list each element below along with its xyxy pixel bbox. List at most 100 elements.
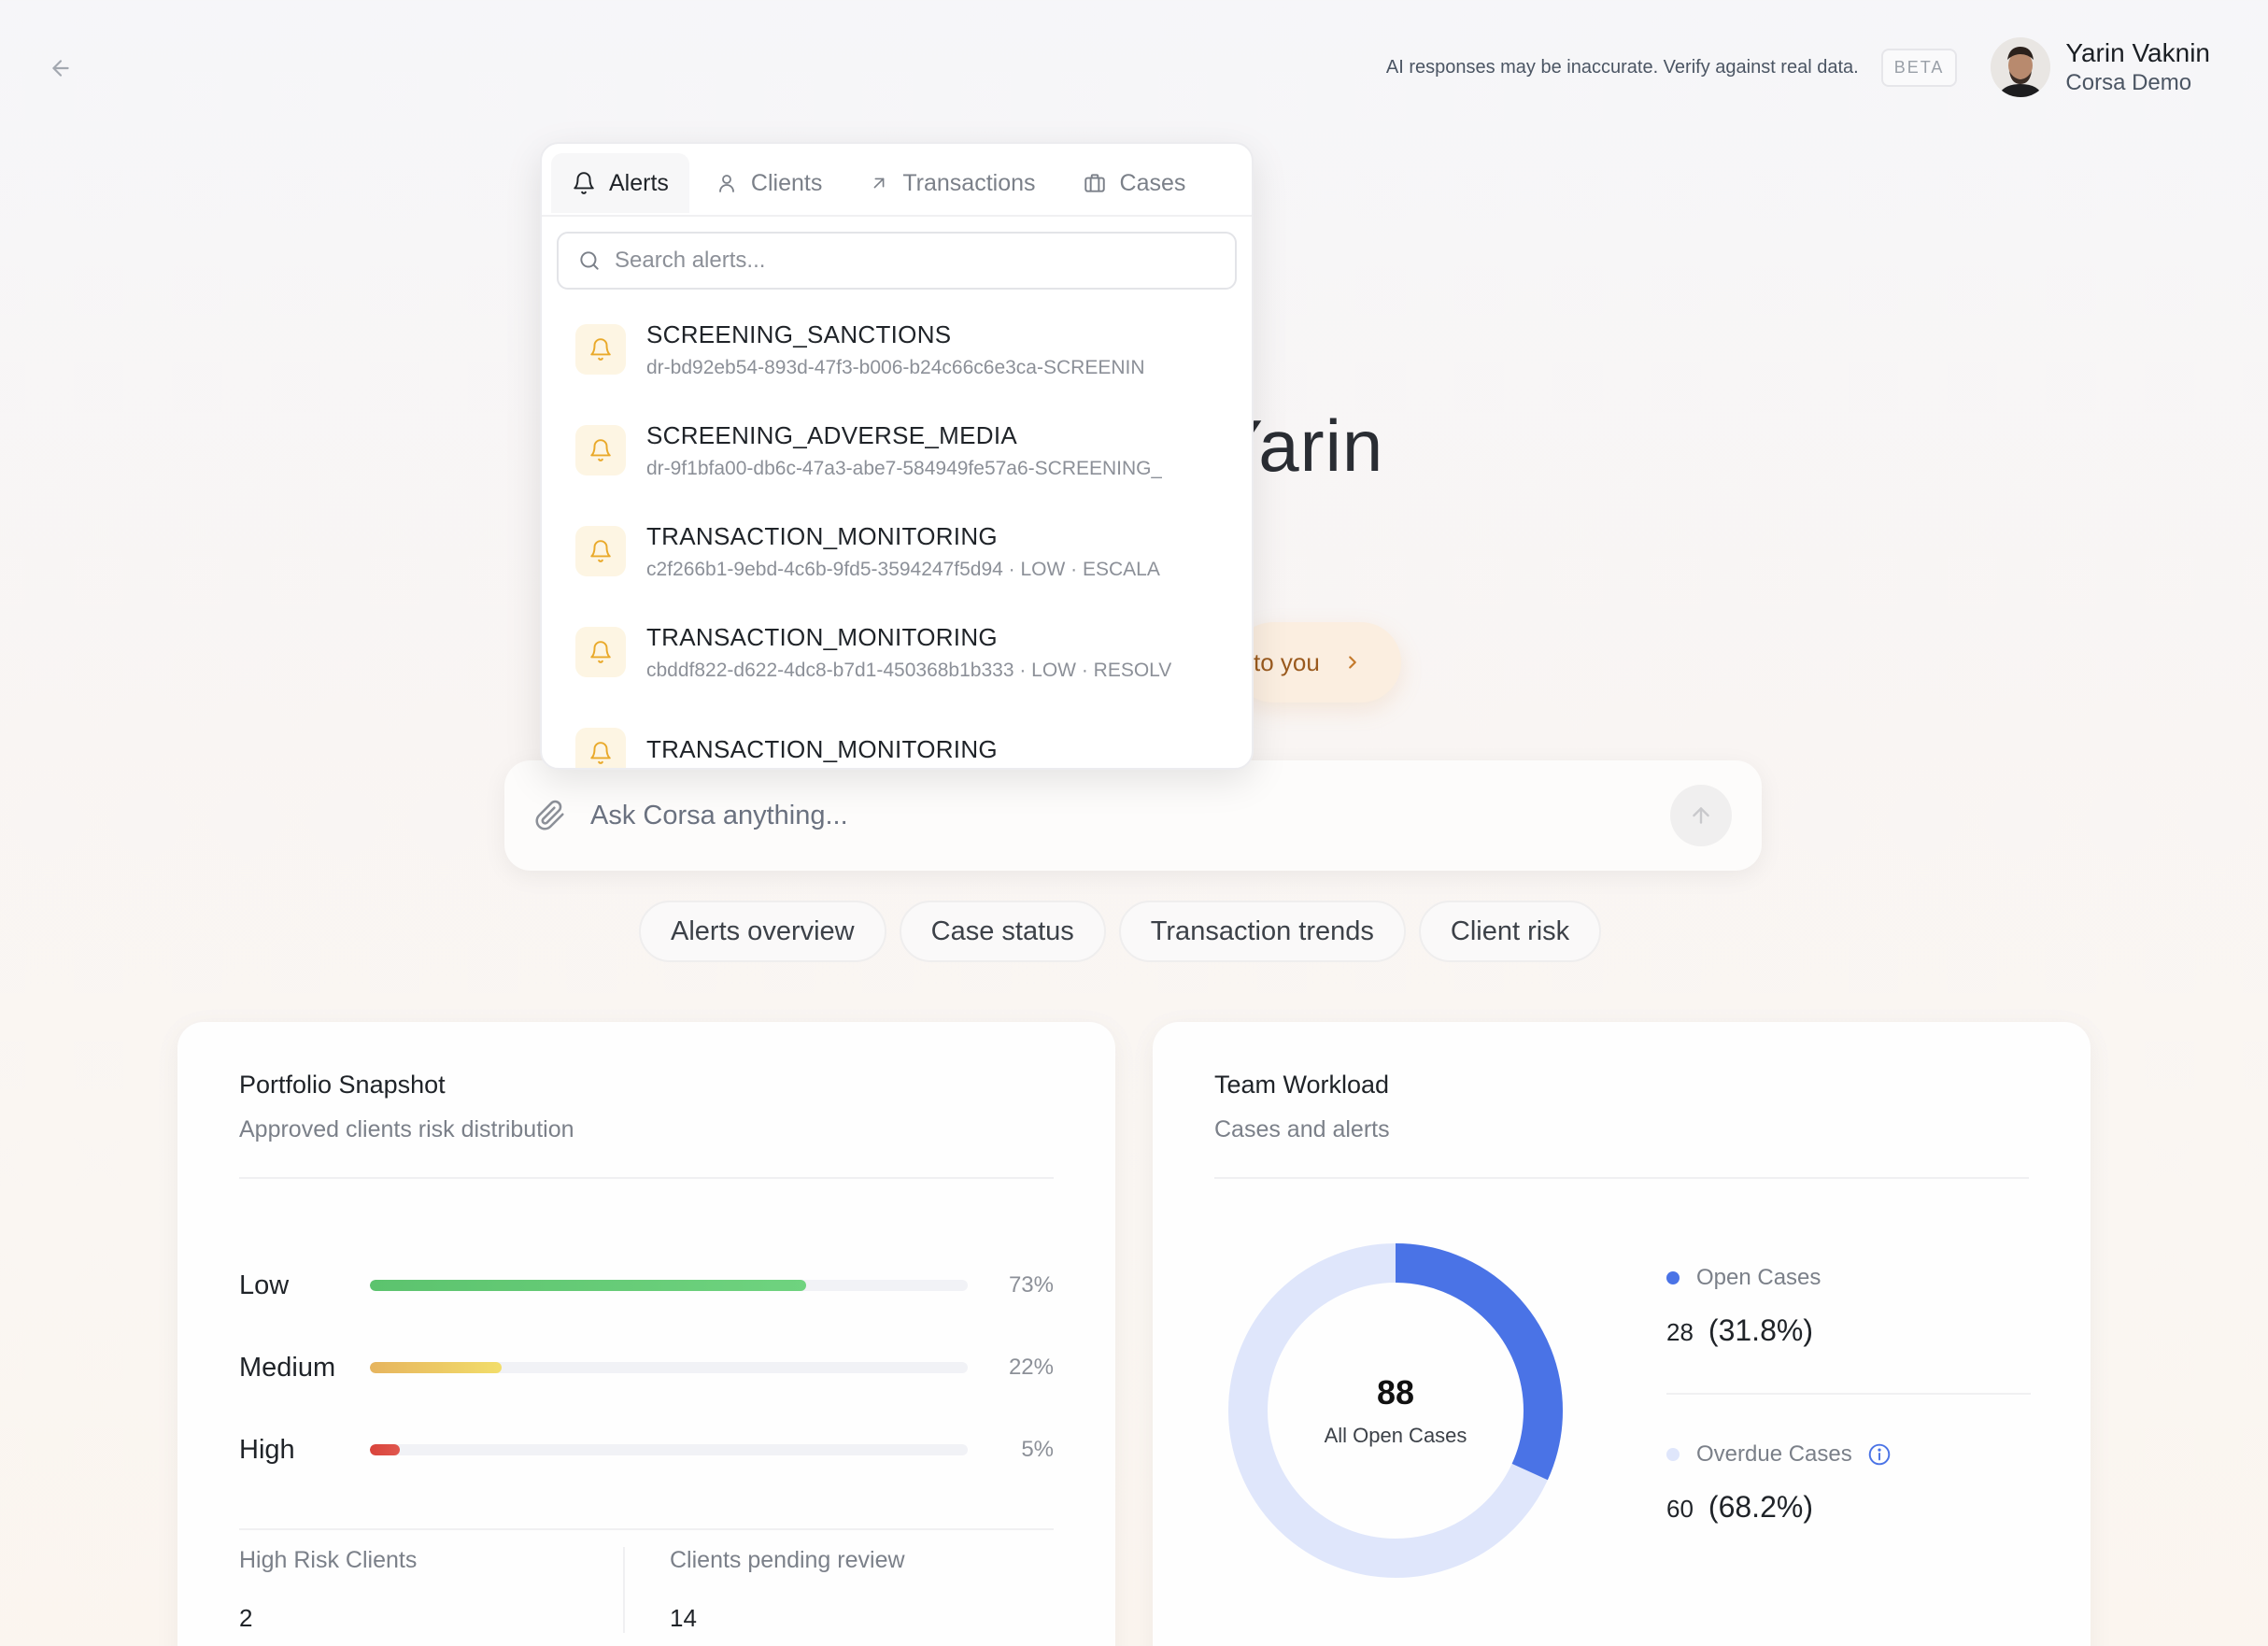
risk-distribution: Low 73% Medium 22% High 5% (239, 1244, 1054, 1491)
alert-results: SCREENING_SANCTIONS dr-bd92eb54-893d-47f… (542, 299, 1252, 768)
alert-title: TRANSACTION_MONITORING (646, 521, 998, 550)
card-subtitle: Approved clients risk distribution (239, 1116, 574, 1142)
divider (1214, 1177, 2029, 1179)
alert-subtitle: cbddf822-d622-4dc8-b7d1-450368b1b333 · L… (646, 659, 1172, 681)
alert-result-item[interactable]: TRANSACTION_MONITORING (557, 702, 1237, 768)
user-info[interactable]: Yarin Vaknin Corsa Demo (2065, 38, 2210, 96)
risk-bar-track (370, 1280, 968, 1291)
risk-label: Medium (239, 1352, 336, 1383)
ask-input[interactable]: Ask Corsa anything... (590, 801, 1670, 831)
info-icon[interactable] (1867, 1442, 1892, 1467)
bell-icon (590, 439, 611, 461)
stat-label: High Risk Clients (239, 1547, 418, 1573)
alert-icon-tile (575, 728, 626, 768)
stat-high-risk-clients[interactable]: High Risk Clients 2 (239, 1547, 623, 1633)
divider (1666, 1393, 2031, 1395)
quick-action-alerts-overview[interactable]: Alerts overview (639, 901, 886, 962)
risk-percent: 73% (1008, 1272, 1054, 1298)
ask-bar: Ask Corsa anything... (504, 760, 1762, 871)
tab-label: Cases (1119, 169, 1186, 196)
legend-count: 60 (1666, 1495, 1694, 1523)
alert-subtitle: dr-9f1bfa00-db6c-47a3-abe7-584949fe57a6-… (646, 457, 1163, 479)
legend-label: Open Cases (1696, 1265, 1821, 1290)
top-bar: AI responses may be inaccurate. Verify a… (1386, 32, 2210, 103)
risk-bar-fill-high (370, 1444, 400, 1455)
quick-action-transaction-trends[interactable]: Transaction trends (1118, 901, 1406, 962)
legend-dot (1666, 1271, 1680, 1284)
arrow-up-right-icon (873, 177, 885, 189)
portfolio-snapshot-card: Portfolio Snapshot Approved clients risk… (177, 1022, 1115, 1646)
risk-row-low: Low 73% (239, 1244, 1054, 1327)
risk-bar-track (370, 1444, 968, 1455)
bell-icon (590, 641, 611, 663)
tab-label: Clients (750, 169, 823, 196)
ai-disclaimer: AI responses may be inaccurate. Verify a… (1385, 56, 1859, 78)
risk-bar-fill-medium (370, 1362, 502, 1373)
alert-result-item[interactable]: TRANSACTION_MONITORING c2f266b1-9ebd-4c6… (557, 501, 1237, 602)
portfolio-stats: High Risk Clients 2 Clients pending revi… (239, 1528, 1054, 1633)
alert-result-item[interactable]: SCREENING_SANCTIONS dr-bd92eb54-893d-47f… (557, 299, 1237, 400)
quick-action-client-risk[interactable]: Client risk (1418, 901, 1602, 962)
alert-result-item[interactable]: SCREENING_ADVERSE_MEDIA dr-9f1bfa00-db6c… (557, 400, 1237, 501)
tab-clients[interactable]: Clients (695, 153, 843, 213)
divider (239, 1177, 1054, 1179)
legend-percent: (68.2%) (1708, 1490, 1813, 1524)
risk-bar-track (370, 1362, 968, 1373)
alert-search-box (557, 232, 1237, 290)
briefcase-icon (1084, 174, 1105, 192)
card-subtitle: Cases and alerts (1214, 1116, 1390, 1142)
stat-clients-pending-review[interactable]: Clients pending review 14 (623, 1547, 1054, 1633)
alert-subtitle: dr-bd92eb54-893d-47f3-b006-b24c66c6e3ca-… (646, 356, 1145, 378)
quick-action-case-status[interactable]: Case status (899, 901, 1106, 962)
alert-title: SCREENING_SANCTIONS (646, 319, 952, 348)
paperclip-icon[interactable] (534, 800, 566, 831)
tab-label: Transactions (902, 169, 1036, 196)
risk-bar-fill-low (370, 1280, 807, 1291)
alert-title: TRANSACTION_MONITORING (646, 734, 998, 763)
donut-center: 88 All Open Cases (1227, 1242, 1564, 1579)
suggestion-label: to you (1254, 647, 1320, 676)
donut-total: 88 (1376, 1373, 1415, 1412)
card-title: Team Workload (1214, 1071, 1390, 1099)
alert-icon-tile (575, 324, 626, 375)
risk-label: Low (239, 1270, 290, 1300)
risk-row-medium: Medium 22% (239, 1327, 1054, 1409)
legend-overdue-cases[interactable]: Overdue Cases 60 (68.2%) (1666, 1441, 2031, 1525)
user-name: Yarin Vaknin (2065, 37, 2210, 67)
alert-search-input[interactable] (615, 248, 1216, 274)
stat-value: 14 (670, 1604, 697, 1632)
beta-badge: BETA (1880, 48, 1958, 87)
tab-label: Alerts (609, 169, 669, 196)
alert-icon-tile (575, 526, 626, 576)
arrow-left-icon (52, 60, 69, 77)
stat-value: 2 (239, 1604, 253, 1632)
tab-transactions[interactable]: Transactions (848, 153, 1056, 213)
legend-dot (1666, 1448, 1680, 1461)
arrow-up-icon (1693, 807, 1709, 824)
avatar[interactable] (1991, 37, 2051, 97)
user-icon (719, 175, 734, 192)
risk-row-high: High 5% (239, 1409, 1054, 1491)
card-title: Portfolio Snapshot (239, 1071, 446, 1099)
workload-legend: Open Cases 28 (31.8%) Overdue Cases 60 (… (1666, 1265, 2031, 1525)
stat-label: Clients pending review (670, 1547, 905, 1573)
bell-icon (590, 540, 611, 562)
tab-alerts[interactable]: Alerts (551, 153, 689, 213)
back-button[interactable] (45, 52, 77, 84)
popover-tabs: Alerts Clients Transactions Cases (542, 144, 1252, 217)
alert-icon-tile (575, 627, 626, 677)
search-popover: Alerts Clients Transactions Cases SCREEN… (540, 142, 1254, 770)
suggestion-pill[interactable]: to you (1233, 622, 1401, 702)
alert-title: TRANSACTION_MONITORING (646, 622, 998, 651)
alert-result-item[interactable]: TRANSACTION_MONITORING cbddf822-d622-4dc… (557, 602, 1237, 702)
risk-label: High (239, 1434, 295, 1465)
team-workload-card: Team Workload Cases and alerts 88 All Op… (1153, 1022, 2091, 1646)
tab-cases[interactable]: Cases (1062, 153, 1207, 213)
alert-title: SCREENING_ADVERSE_MEDIA (646, 420, 1018, 449)
alert-icon-tile (575, 425, 626, 475)
bell-icon (590, 338, 611, 361)
send-button[interactable] (1670, 785, 1732, 846)
chevron-right-icon (1348, 656, 1356, 669)
legend-open-cases[interactable]: Open Cases 28 (31.8%) (1666, 1265, 2031, 1348)
alert-subtitle: c2f266b1-9ebd-4c6b-9fd5-3594247f5d94 · L… (646, 558, 1160, 580)
